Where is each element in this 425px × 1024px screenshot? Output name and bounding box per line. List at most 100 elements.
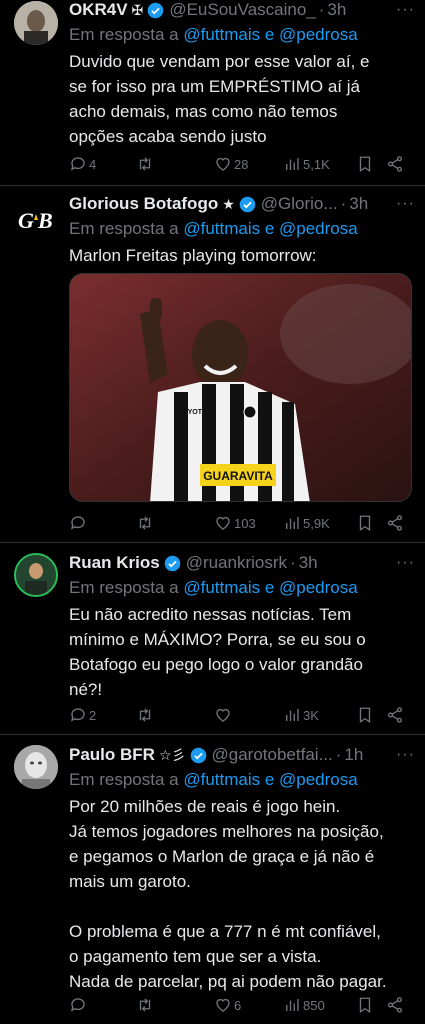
bookmark-button[interactable] <box>356 155 374 173</box>
like-count: 103 <box>234 515 256 531</box>
views-button[interactable]: 5,9K <box>283 514 330 532</box>
retweet-icon <box>139 998 151 1012</box>
more-options-icon[interactable]: ··· <box>396 553 415 573</box>
avatar[interactable] <box>14 745 58 789</box>
views-count: 5,1K <box>303 156 330 172</box>
separator-dot: · <box>335 745 342 764</box>
reply-button[interactable] <box>69 514 89 532</box>
share-button[interactable] <box>386 514 404 532</box>
display-name[interactable]: OKR4V <box>69 0 128 20</box>
avatar[interactable]: G B <box>14 198 58 242</box>
share-button[interactable] <box>386 155 404 173</box>
reply-prefix: Em resposta a <box>69 578 179 597</box>
like-button[interactable]: 28 <box>214 155 248 173</box>
reply-mentions[interactable]: @futtmais e @pedrosa <box>183 219 357 238</box>
more-options-icon[interactable]: ··· <box>396 745 415 765</box>
views-button[interactable]: 850 <box>283 996 325 1014</box>
views-count: 5,9K <box>303 515 330 531</box>
action-bar: 103 5,9K <box>0 514 425 534</box>
reply-mentions[interactable]: @futtmais e @pedrosa <box>183 770 357 789</box>
share-button[interactable] <box>386 996 404 1014</box>
reply-button[interactable]: 4 <box>69 155 96 173</box>
reply-prefix: Em resposta a <box>69 25 179 44</box>
separator-dot: · <box>318 0 325 19</box>
bookmark-button[interactable] <box>356 514 374 532</box>
name-emoji: ☆彡 <box>158 747 186 763</box>
views-icon <box>286 158 299 170</box>
avatar[interactable] <box>14 1 58 45</box>
avatar[interactable] <box>14 553 58 597</box>
user-handle[interactable]: @garotobetfai... <box>212 745 333 765</box>
views-icon <box>286 517 299 529</box>
retweet-icon <box>139 708 151 722</box>
verified-badge-icon <box>164 555 180 571</box>
reply-context: Em resposta a @futtmais e @pedrosa <box>69 217 415 240</box>
reply-count: 4 <box>89 156 97 172</box>
tweet-media-photo[interactable]: GUARAVITA TOYOTA <box>69 273 412 502</box>
reply-prefix: Em resposta a <box>69 219 179 238</box>
views-icon <box>286 709 299 721</box>
retweet-button[interactable] <box>136 155 156 173</box>
bookmark-button[interactable] <box>356 996 374 1014</box>
reply-button[interactable] <box>69 996 89 1014</box>
tweet-text-line: Botafogo eu pego logo o valor grandão <box>69 655 363 674</box>
tweet-text-line: né?! <box>69 680 103 699</box>
avatar-image <box>14 745 58 789</box>
divider <box>0 734 425 735</box>
tweet-4[interactable]: Paulo BFR ☆彡 @garotobetfai... · 1h ··· E… <box>0 745 425 1024</box>
views-button[interactable]: 5,1K <box>283 155 330 173</box>
avatar-image <box>16 555 56 595</box>
display-name[interactable]: Ruan Krios <box>69 553 160 573</box>
tweet-text-line: Já temos jogadores melhores na posição, <box>69 822 384 841</box>
tweet-2[interactable]: G B Glorious Botafogo ★ @Glorio... · 3h … <box>0 194 425 539</box>
timestamp[interactable]: 3h <box>299 553 318 573</box>
timestamp[interactable]: 1h <box>344 745 363 765</box>
like-button[interactable]: 6 <box>214 996 241 1014</box>
share-button[interactable] <box>386 706 404 724</box>
retweet-button[interactable] <box>136 996 156 1014</box>
reply-icon <box>70 998 85 1012</box>
bookmark-icon <box>359 156 371 173</box>
views-button[interactable]: 3K <box>283 706 319 724</box>
tweet-header: Paulo BFR ☆彡 @garotobetfai... · 1h ··· <box>69 745 415 765</box>
timestamp[interactable]: 3h <box>349 194 368 214</box>
reply-mentions[interactable]: @futtmais e @pedrosa <box>183 578 357 597</box>
display-name[interactable]: Paulo BFR <box>69 745 155 765</box>
tweet-text-line: o pagamento tem que ser a vista. <box>69 947 322 966</box>
user-handle[interactable]: @EuSouVascaino_ <box>169 0 315 20</box>
tweet-text-line: Nada de parcelar, pq ai podem não pagar. <box>69 972 387 991</box>
avatar-image <box>14 1 58 45</box>
tweet-header: Ruan Krios @ruankriosrk · 3h ··· <box>69 553 415 573</box>
reply-button[interactable]: 2 <box>69 706 96 724</box>
views-icon <box>286 999 299 1011</box>
like-button[interactable]: 103 <box>214 514 256 532</box>
tweet-text-line: acho demais, mas como não temos <box>69 102 338 121</box>
user-handle[interactable]: @Glorio... <box>261 194 338 214</box>
heart-icon <box>216 516 230 530</box>
heart-icon <box>216 998 230 1012</box>
like-button[interactable] <box>214 706 234 724</box>
verified-badge-icon <box>148 2 164 18</box>
tweet-text: Marlon Freitas playing tomorrow: <box>69 243 415 268</box>
divider <box>0 185 425 186</box>
reply-prefix: Em resposta a <box>69 770 179 789</box>
reply-mentions[interactable]: @futtmais e @pedrosa <box>183 25 357 44</box>
bookmark-icon <box>359 707 371 724</box>
timestamp[interactable]: 3h <box>327 0 346 20</box>
tweet-text: Por 20 milhões de reais é jogo hein. Já … <box>69 794 415 994</box>
tweet-text-line: O problema é que a 777 n é mt confiável, <box>69 922 381 941</box>
svg-text:B: B <box>37 208 53 233</box>
user-handle[interactable]: @ruankriosrk <box>186 553 287 573</box>
more-options-icon[interactable]: ··· <box>396 0 415 20</box>
bookmark-button[interactable] <box>356 706 374 724</box>
display-name[interactable]: Glorious Botafogo <box>69 194 218 214</box>
verified-badge-icon <box>239 196 256 212</box>
tweet-1[interactable]: OKR4V ✠ @EuSouVascaino_ · 3h ··· Em resp… <box>0 0 425 185</box>
more-options-icon[interactable]: ··· <box>396 194 415 214</box>
tweet-3[interactable]: Ruan Krios @ruankriosrk · 3h ··· Em resp… <box>0 553 425 733</box>
retweet-button[interactable] <box>136 514 156 532</box>
bookmark-icon <box>359 997 371 1014</box>
retweet-button[interactable] <box>136 706 156 724</box>
heart-icon <box>216 708 230 722</box>
reply-icon <box>70 708 85 722</box>
